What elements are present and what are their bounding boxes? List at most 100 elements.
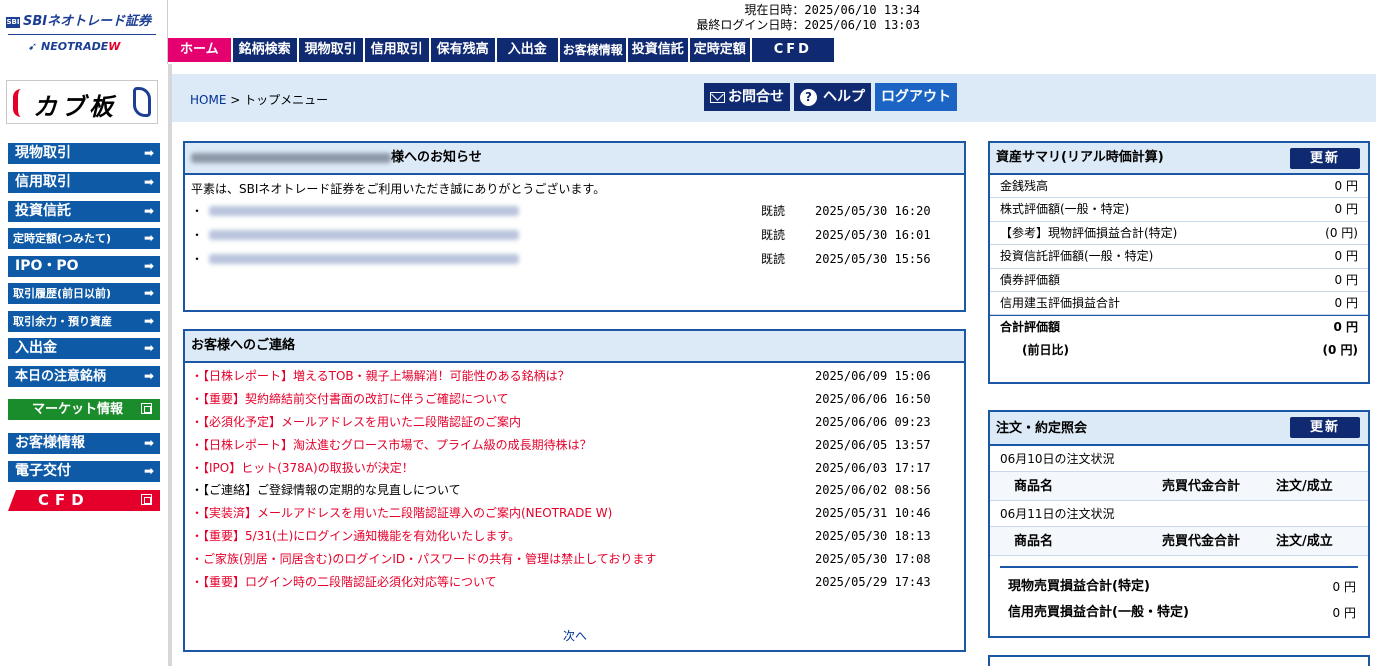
asset-label: 信用建玉評価損益合計 [1000,295,1121,310]
sidebar-item-caution-stocks[interactable]: 本日の注意銘柄 ➡ [8,366,160,387]
asset-total-value: 0 円 [1333,320,1358,335]
sidebar-item-regular-investment[interactable]: 定時定額(つみたて) ➡ [8,228,160,249]
notice-intro: 平素は、SBIネオトレード証券をご利用いただき誠にありがとうございます。 [191,182,606,196]
contact-list: ・【日株レポート】増えるTOB・親子上場解消！可能性のある銘柄は？ 2025/06… [185,363,964,594]
col-order-executed: 注文/成立 [1276,534,1333,549]
contact-title-link[interactable]: ・【重要】契約締結前交付書面の改訂に伴うご確認について [191,392,509,406]
contact-row[interactable]: ・【重要】ログイン時の二段階認証必須化対応等について 2025/05/29 17:… [191,571,958,594]
contact-title-link[interactable]: ・【ご連絡】ご登録情報の定期的な見直しについて [191,483,461,497]
sbi-logo-mark: SBI [6,17,20,28]
arrow-right-icon: ➡ [143,286,154,300]
nav-home[interactable]: ホーム [168,38,233,62]
orders-refresh-button[interactable]: 更新 [1290,417,1360,438]
asset-row: 【参考】現物評価損益合計(特定) (0 円) [990,222,1368,246]
notice-title-redacted[interactable] [209,230,519,240]
nav-cfd[interactable]: CFD [751,38,836,62]
external-link-icon [141,403,152,414]
contact-panel-header: お客様へのご連絡 [185,331,964,363]
arrow-right-icon: ➡ [143,146,154,160]
notice-panel-title: 様へのお知らせ [391,150,482,165]
sidebar-item-label: 投資信託 [15,203,71,219]
sidebar-item-cfd[interactable]: CFD [8,490,160,511]
contact-button[interactable]: お問合せ [704,83,790,111]
sidebar-item-customer-info[interactable]: お客様情報 ➡ [8,433,160,454]
contact-title-link[interactable]: ・ご家族(別居・同居含む)のログインID・パスワードの共有・管理は禁止しておりま… [191,552,656,566]
asset-summary-title: 資産サマリ(リアル時価計算) [996,150,1164,165]
sidebar-item-trade-history[interactable]: 取引履歴(前日以前) ➡ [8,283,160,304]
breadcrumb-bar: HOME > トップメニュー お問合せ ? ヘルプ ログアウト [172,74,1376,122]
notice-title-redacted[interactable] [209,254,519,264]
help-button-label: ヘルプ [823,89,865,105]
notice-row[interactable]: ・ 既読 2025/05/30 15:56 [191,247,958,271]
contact-row[interactable]: ・【ご連絡】ご登録情報の定期的な見直しについて 2025/06/02 08:56 [191,479,958,502]
nav-holdings[interactable]: 保有残高 [430,38,497,62]
contact-row[interactable]: ・【必須化予定】メールアドレスを用いた二段階認証のご案内 2025/06/06 0… [191,411,958,434]
notice-status: 既読 [761,204,786,218]
neotrade-logo-text: NEOTRADE [41,40,109,53]
contact-date: 2025/06/06 09:23 [815,414,931,429]
logout-button[interactable]: ログアウト [875,83,957,111]
asset-total-label: 合計評価額 [1000,320,1061,335]
nav-margin-trade[interactable]: 信用取引 [364,38,431,62]
sidebar-divider [168,64,172,666]
contact-date: 2025/05/29 17:43 [815,575,931,590]
nav-customer-info[interactable]: お客様情報 [559,38,628,62]
contact-date: 2025/05/30 17:08 [815,552,931,567]
notice-body: 平素は、SBIネオトレード証券をご利用いただき誠にありがとうございます。 ・ 既… [185,175,964,275]
contact-title-link[interactable]: ・【実装済】メールアドレスを用いた二段階認証導入のご案内(NEOTRADE W) [191,506,612,520]
arrow-right-icon: ➡ [143,436,154,450]
contact-date: 2025/05/31 10:46 [815,506,931,521]
sidebar-item-ipo-po[interactable]: IPO・PO ➡ [8,256,160,277]
asset-refresh-button[interactable]: 更新 [1290,148,1360,169]
sidebar-item-cash-trade[interactable]: 現物取引 ➡ [8,143,160,164]
notice-row[interactable]: ・ 既読 2025/05/30 16:20 [191,199,958,223]
pnl-row: 信用売買損益合計(一般・特定) 0 円 [990,600,1368,626]
arrow-right-icon: ➡ [143,231,154,245]
nav-investment-trust[interactable]: 投資信託 [627,38,690,62]
contact-title-link[interactable]: ・【必須化予定】メールアドレスを用いた二段階認証のご案内 [191,415,521,429]
contact-title-link[interactable]: ・【日株レポート】淘汰進むグロース市場で、プライム級の成長期待株は？ [191,438,592,452]
nav-regular-investment[interactable]: 定時定額 [689,38,752,62]
contact-row[interactable]: ・【IPO】ヒット(378A)の取扱いが決定！ 2025/06/03 17:17 [191,457,958,480]
notice-title-redacted[interactable] [209,206,519,216]
nav-stock-search[interactable]: 銘柄検索 [232,38,299,62]
logo-area[interactable]: SBI SBIネオトレード証券 ➹ NEOTRADEW [0,0,168,64]
asset-row: 投資信託評価額(一般・特定) 0 円 [990,245,1368,269]
sidebar-item-electronic-delivery[interactable]: 電子交付 ➡ [8,461,160,482]
contact-title-link[interactable]: ・【IPO】ヒット(378A)の取扱いが決定！ [191,461,414,475]
contact-row[interactable]: ・ご家族(別居・同居含む)のログインID・パスワードの共有・管理は禁止しておりま… [191,548,958,571]
notice-date: 2025/05/30 16:01 [815,228,931,242]
contact-date: 2025/06/09 15:06 [815,369,931,383]
help-button[interactable]: ? ヘルプ [794,83,871,111]
notice-row[interactable]: ・ 既読 2025/05/30 16:01 [191,223,958,247]
sidebar-item-margin-trade[interactable]: 信用取引 ➡ [8,172,160,193]
sidebar-item-buying-power[interactable]: 取引余力・預り資産 ➡ [8,311,160,332]
pnl-label: 信用売買損益合計(一般・特定) [1008,605,1189,620]
nav-deposit-withdrawal[interactable]: 入出金 [496,38,560,62]
sbi-logo: SBI SBIネオトレード証券 [6,10,151,29]
sidebar-item-market-info[interactable]: マーケット情報 [8,399,160,420]
contact-row[interactable]: ・【重要】5/31(土)にログイン通知機能を有効化いたします。 2025/05/3… [191,525,958,548]
contact-date: 2025/06/05 13:57 [815,437,931,452]
sbi-logo-text: SBIネオトレード証券 [23,14,152,29]
contact-row[interactable]: ・【実装済】メールアドレスを用いた二段階認証導入のご案内(NEOTRADE W)… [191,502,958,525]
current-datetime: 現在日時：2025/06/10 13:34 [744,3,920,17]
contact-row[interactable]: ・【日株レポート】淘汰進むグロース市場で、プライム級の成長期待株は？ 2025/0… [191,434,958,457]
contact-title-link[interactable]: ・【重要】5/31(土)にログイン通知機能を有効化いたします。 [191,529,520,543]
contact-row[interactable]: ・【日株レポート】増えるTOB・親子上場解消！可能性のある銘柄は？ 2025/06… [191,365,958,388]
contact-title-link[interactable]: ・【重要】ログイン時の二段階認証必須化対応等について [191,575,497,589]
sidebar-item-label: お客様情報 [15,435,85,451]
sidebar-item-investment-trust[interactable]: 投資信託 ➡ [8,201,160,222]
kabuita-banner[interactable]: カブ板 [6,80,158,124]
asset-row: 債券評価額 0 円 [990,269,1368,292]
sidebar-item-deposit-withdrawal[interactable]: 入出金 ➡ [8,338,160,359]
pnl-value: 0 円 [1332,580,1356,594]
contact-row[interactable]: ・【重要】契約締結前交付書面の改訂に伴うご確認について 2025/06/06 16… [191,388,958,411]
breadcrumb-home-link[interactable]: HOME [190,93,226,107]
asset-label: 金銭残高 [1000,179,1049,193]
next-page-link[interactable]: 次へ [563,627,587,644]
asset-value: 0 円 [1334,179,1358,193]
contact-title-link[interactable]: ・【日株レポート】増えるTOB・親子上場解消！可能性のある銘柄は？ [191,369,570,383]
col-order-executed: 注文/成立 [1276,479,1333,494]
nav-cash-trade[interactable]: 現物取引 [298,38,365,62]
